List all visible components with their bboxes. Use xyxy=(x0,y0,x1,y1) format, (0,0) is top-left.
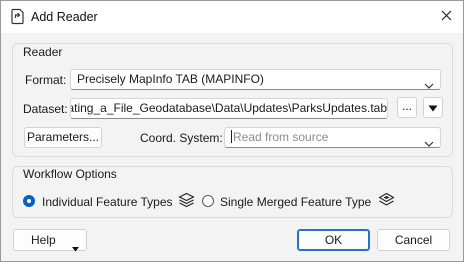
merged-layers-icon xyxy=(378,192,395,211)
text-caret xyxy=(231,130,232,143)
chevron-down-icon xyxy=(424,76,434,89)
workflow-group-title: Workflow Options xyxy=(23,167,117,181)
dataset-value: dating_a_File_Geodatabase\Data\Updates\P… xyxy=(70,101,387,115)
browse-label: ... xyxy=(401,99,412,113)
coord-system-placeholder: Read from source xyxy=(233,130,329,144)
add-reader-dialog: Add Reader Reader Format: Precisely MapI… xyxy=(0,0,464,262)
triangle-down-icon xyxy=(428,101,438,115)
parameters-button[interactable]: Parameters... xyxy=(24,127,102,148)
format-value: Precisely MapInfo TAB (MAPINFO) xyxy=(77,72,264,86)
close-icon xyxy=(441,10,452,24)
radio-individual-feature-types[interactable] xyxy=(23,195,35,207)
single-merged-feature-type-label[interactable]: Single Merged Feature Type xyxy=(220,195,371,209)
layers-stack-icon xyxy=(178,192,195,211)
cancel-label: Cancel xyxy=(394,233,433,247)
dataset-menu-button[interactable] xyxy=(423,97,443,118)
format-dropdown[interactable]: Precisely MapInfo TAB (MAPINFO) xyxy=(70,69,441,90)
individual-feature-types-label[interactable]: Individual Feature Types xyxy=(42,195,173,209)
title-bar: Add Reader xyxy=(1,1,463,33)
coord-system-dropdown[interactable]: Read from source xyxy=(224,127,441,148)
radio-single-merged-feature-type[interactable] xyxy=(202,195,214,207)
cancel-button[interactable]: Cancel xyxy=(377,229,450,251)
reader-group-title: Reader xyxy=(23,45,63,59)
ok-button[interactable]: OK xyxy=(297,229,370,251)
coord-system-label: Coord. System: xyxy=(140,131,223,145)
chevron-down-icon xyxy=(424,134,434,147)
ok-label: OK xyxy=(324,233,343,247)
dataset-input[interactable]: dating_a_File_Geodatabase\Data\Updates\P… xyxy=(70,98,388,119)
help-label: Help xyxy=(31,233,56,247)
reader-app-icon xyxy=(10,8,26,28)
window-title: Add Reader xyxy=(31,10,98,24)
dataset-label: Dataset: xyxy=(23,102,68,116)
close-button[interactable] xyxy=(429,1,463,33)
triangle-down-icon xyxy=(72,238,79,258)
format-label: Format: xyxy=(25,73,67,87)
help-button[interactable]: Help xyxy=(13,229,87,252)
browse-button[interactable]: ... xyxy=(397,97,417,118)
parameters-label: Parameters... xyxy=(26,130,100,144)
